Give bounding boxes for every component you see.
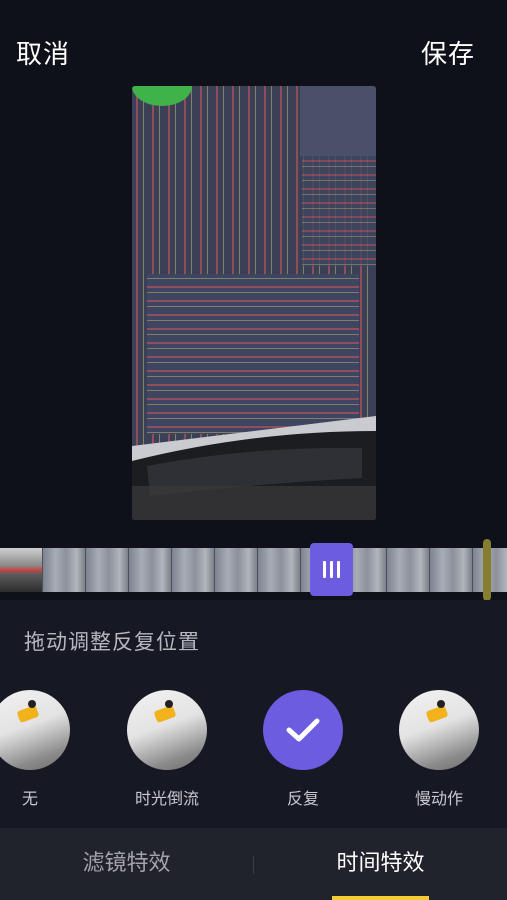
timeline-thumbnail (0, 548, 43, 592)
effect-time-reverse[interactable]: 时光倒流 (127, 690, 207, 808)
drag-grip-icon (323, 561, 340, 578)
active-tab-indicator (332, 896, 429, 900)
timeline-thumbnail (172, 548, 215, 592)
checkmark-icon (286, 718, 320, 742)
effect-thumbnail (127, 690, 207, 770)
hint-text: 拖动调整反复位置 (24, 630, 200, 654)
playhead-marker[interactable] (483, 539, 491, 601)
effect-label: 无 (21, 789, 38, 808)
video-frame-image (132, 86, 376, 520)
timeline-thumbnail (215, 548, 258, 592)
bottom-tab-bar: 滤镜特效 时间特效 (0, 828, 507, 900)
timeline-thumbnail (129, 548, 172, 592)
timeline-strip[interactable] (0, 548, 507, 592)
timeline-thumbnail (86, 548, 129, 592)
timeline-frames (0, 548, 507, 592)
tab-time-effects[interactable]: 时间特效 (254, 828, 507, 900)
effect-label: 反复 (286, 789, 319, 808)
tab-filter-effects[interactable]: 滤镜特效 (0, 828, 253, 900)
top-bar: 取消 保存 (0, 0, 507, 86)
effect-thumbnail (0, 690, 70, 770)
effect-slow-motion[interactable]: 慢动作 (399, 690, 479, 808)
repeat-position-handle[interactable] (310, 543, 353, 596)
effect-thumbnail (399, 690, 479, 770)
cancel-button[interactable]: 取消 (16, 34, 70, 71)
timeline-thumbnail (258, 548, 301, 592)
effect-thumbnail-selected (263, 690, 343, 770)
video-preview[interactable] (132, 86, 376, 520)
effect-repeat[interactable]: 反复 (263, 690, 343, 808)
effect-none[interactable]: 无 (0, 690, 70, 808)
effect-label: 时光倒流 (134, 789, 199, 808)
effect-label: 慢动作 (414, 789, 463, 808)
timeline-thumbnail (387, 548, 430, 592)
save-button[interactable]: 保存 (421, 34, 475, 71)
timeline-thumbnail (430, 548, 473, 592)
timeline-thumbnail (43, 548, 86, 592)
